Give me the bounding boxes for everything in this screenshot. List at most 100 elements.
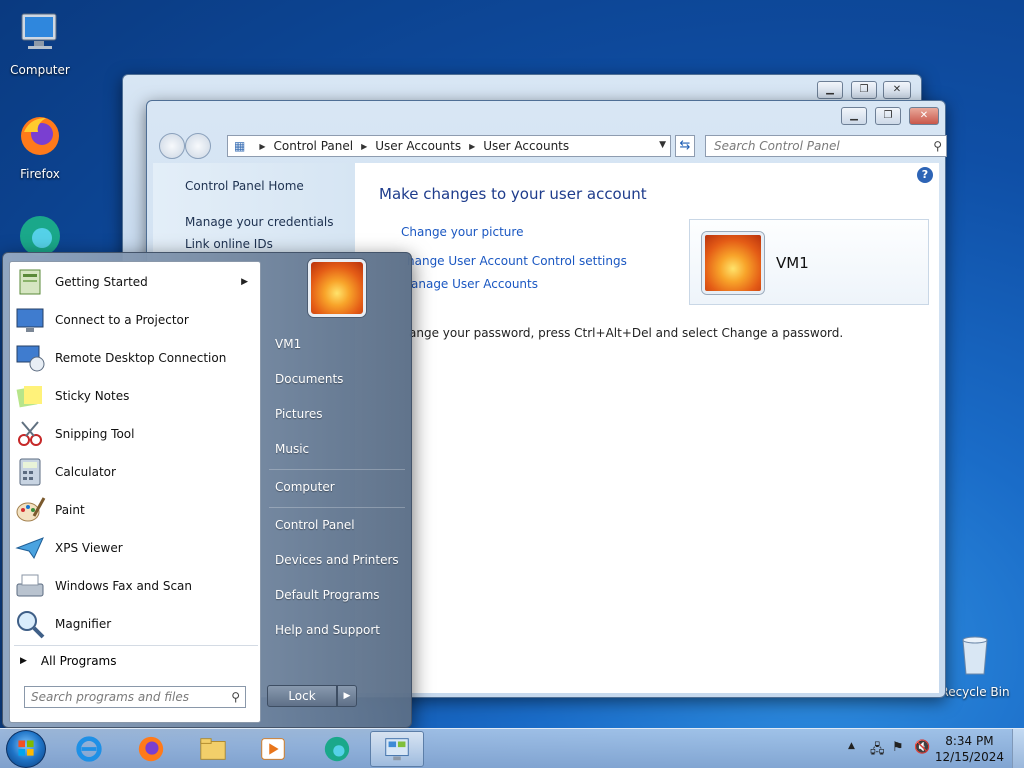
show-desktop-button[interactable] [1012,729,1024,768]
taskbar: ▲ 🖧 ⚑ 🔇 8:34 PM 12/15/2024 [0,728,1024,768]
user-avatar[interactable] [308,259,366,317]
address-bar[interactable]: ▦ ▶ Control Panel ▶ User Accounts ▶ User… [227,135,671,157]
back-button[interactable] [159,133,185,159]
clock[interactable]: 8:34 PM 12/15/2024 [935,733,1004,765]
breadcrumb-user-accounts-current[interactable]: User Accounts [483,139,569,153]
lock-button[interactable]: Lock [267,685,337,707]
all-programs-button[interactable]: ▶ All Programs [10,648,260,674]
computer-icon [21,13,57,49]
start-item-computer[interactable]: Computer [275,480,335,494]
taskbar-internet-explorer[interactable] [62,731,116,767]
start-item-devices-printers[interactable]: Devices and Printers [275,553,399,567]
firefox-icon [138,736,164,762]
link-manage-user-accounts[interactable]: anage User Accounts [411,277,538,291]
start-item-help-support[interactable]: Help and Support [275,623,380,637]
search-control-panel-input[interactable]: Search Control Panel ⚲ [705,135,947,157]
user-avatar [702,232,764,294]
program-fax-scan[interactable]: Windows Fax and Scan [10,567,260,605]
desktop-icon-computer[interactable]: Computer [0,8,80,77]
program-xps-viewer[interactable]: XPS Viewer [10,529,260,567]
program-getting-started[interactable]: Getting Started ▶ [10,263,260,301]
remote-desktop-icon [16,345,45,372]
minimize-button[interactable]: ▁ [841,107,867,125]
action-center-flag-icon[interactable]: ⚑ [892,740,904,755]
start-menu: Getting Started ▶ Connect to a Projector… [2,252,412,728]
breadcrumb-user-accounts[interactable]: User Accounts [375,139,461,153]
edge-icon [324,736,350,762]
clock-time: 8:34 PM [945,734,994,748]
start-button[interactable] [6,730,46,768]
divider [269,507,405,508]
link-online-ids[interactable]: Link online IDs [185,237,273,251]
program-remote-desktop[interactable]: Remote Desktop Connection [10,339,260,377]
link-control-panel-home[interactable]: Control Panel Home [185,179,304,193]
divider [14,645,258,646]
link-manage-credentials[interactable]: Manage your credentials [185,215,334,229]
system-tray: ▲ 🖧 ⚑ 🔇 8:34 PM 12/15/2024 [834,729,1024,768]
chevron-up-icon[interactable]: ▲ [848,741,855,751]
desktop-icon-recycle-bin[interactable]: Recycle Bin [935,630,1015,699]
maximize-button[interactable]: ❐ [875,107,901,125]
program-snipping-tool[interactable]: Snipping Tool [10,415,260,453]
explorer-icon [200,738,226,760]
taskbar-media-player[interactable] [246,731,300,767]
start-search-input[interactable]: Search programs and files ⚲ [24,686,246,708]
maximize-button[interactable]: ❐ [851,81,877,99]
chevron-right-icon: ▶ [469,141,476,151]
getting-started-icon [19,269,41,295]
breadcrumb-control-panel[interactable]: Control Panel [274,139,354,153]
link-change-picture[interactable]: Change your picture [401,225,523,239]
shutdown-options-button[interactable]: ▶ [337,685,357,707]
start-item-music[interactable]: Music [275,442,309,456]
control-panel-icon [385,738,409,761]
calculator-icon [19,458,41,486]
desktop-icon-label: Firefox [20,167,60,181]
start-item-user[interactable]: VM1 [275,337,301,351]
program-connect-projector[interactable]: Connect to a Projector [10,301,260,339]
network-icon[interactable]: 🖧 [870,740,885,762]
link-uac-settings[interactable]: hange User Account Control settings [407,254,627,268]
search-placeholder: Search Control Panel [714,139,840,153]
navigation-bar: ▦ ▶ Control Panel ▶ User Accounts ▶ User… [155,133,947,159]
search-icon[interactable]: ⚲ [933,136,942,156]
media-player-icon [261,738,285,760]
taskbar-control-panel[interactable] [370,731,424,767]
program-label: Calculator [55,465,116,479]
close-button[interactable]: ✕ [909,107,939,125]
clock-date: 12/15/2024 [934,750,1004,764]
program-label: Remote Desktop Connection [55,351,227,365]
xps-viewer-icon [15,537,44,559]
magnifier-icon [17,611,45,639]
program-label: Connect to a Projector [55,313,189,327]
program-calculator[interactable]: Calculator [10,453,260,491]
program-label: Getting Started [55,275,148,289]
program-magnifier[interactable]: Magnifier [10,605,260,643]
minimize-button[interactable]: ▁ [817,81,843,99]
password-instructions: ange your password, press Ctrl+Alt+Del a… [409,326,844,340]
start-item-pictures[interactable]: Pictures [275,407,323,421]
volume-muted-icon[interactable]: 🔇 [914,740,930,755]
taskbar-explorer[interactable] [186,731,240,767]
search-icon[interactable]: ⚲ [231,687,240,707]
program-paint[interactable]: Paint [10,491,260,529]
chevron-down-icon[interactable]: ▼ [659,140,666,150]
taskbar-edge[interactable] [310,731,364,767]
recycle-bin-icon [962,636,988,675]
close-button[interactable]: ✕ [883,81,911,99]
triangle-right-icon: ▶ [20,656,27,666]
taskbar-firefox[interactable] [124,731,178,767]
forward-button[interactable] [185,133,211,159]
help-icon[interactable]: ? [917,167,933,183]
start-item-documents[interactable]: Documents [275,372,343,386]
projector-icon [16,308,44,332]
start-item-default-programs[interactable]: Default Programs [275,588,380,602]
program-label: Sticky Notes [55,389,130,403]
refresh-button[interactable]: ⇆ [675,135,695,157]
start-item-control-panel[interactable]: Control Panel [275,518,355,532]
program-label: XPS Viewer [55,541,123,555]
firefox-icon [21,117,59,155]
program-sticky-notes[interactable]: Sticky Notes [10,377,260,415]
desktop-icon-firefox[interactable]: Firefox [0,112,80,181]
control-panel-icon: ▦ [234,139,246,153]
internet-explorer-icon [76,736,102,762]
